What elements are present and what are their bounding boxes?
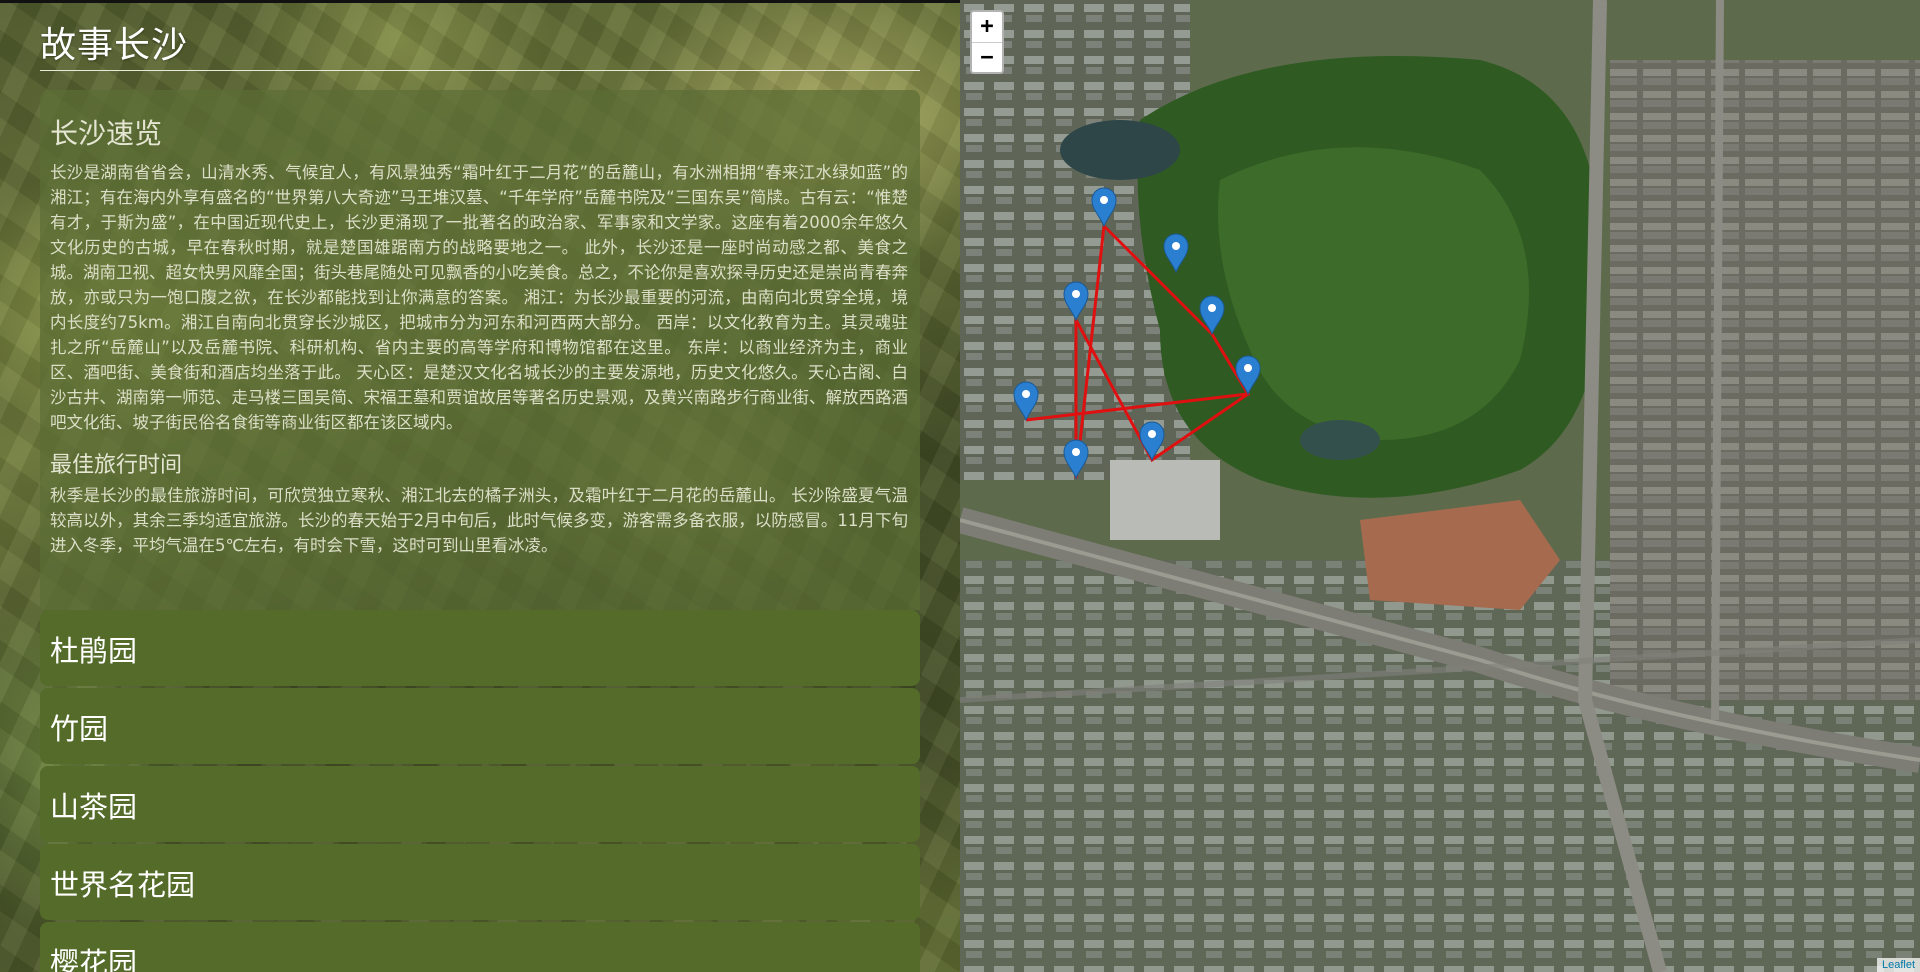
map-marker-icon[interactable]: [1063, 439, 1089, 480]
garden-item-camellia[interactable]: 山茶园: [40, 766, 920, 842]
map-marker-icon[interactable]: [1163, 233, 1189, 274]
map-marker-icon[interactable]: [1199, 295, 1225, 336]
garden-item-cherry-blossom[interactable]: 樱花园: [40, 922, 920, 972]
zoom-control: + −: [970, 10, 1004, 74]
best-time-heading: 最佳旅行时间: [50, 453, 183, 478]
top-border: [0, 0, 960, 3]
zoom-out-button[interactable]: −: [972, 42, 1002, 72]
best-time-text: 秋季是长沙的最佳旅游时间，可欣赏独立寒秋、湘江北去的橘子洲头，及霜叶红于二月花的…: [50, 486, 908, 555]
title-divider: [40, 70, 920, 71]
zoom-in-button[interactable]: +: [972, 12, 1002, 42]
map-marker-icon[interactable]: [1013, 381, 1039, 422]
garden-item-azalea[interactable]: 杜鹃园: [40, 610, 920, 686]
map-view[interactable]: + − Leaflet: [960, 0, 1920, 972]
overview-card: 长沙速览 长沙是湖南省省会，山清水秀、气候宜人，有风景独秀“霜叶红于二月花”的岳…: [40, 90, 920, 610]
garden-item-bamboo[interactable]: 竹园: [40, 688, 920, 764]
map-marker-icon[interactable]: [1091, 187, 1117, 228]
route-overlay: [1013, 187, 1261, 480]
map-marker-icon[interactable]: [1063, 281, 1089, 322]
map-attribution-link[interactable]: Leaflet: [1876, 958, 1920, 972]
garden-list: 杜鹃园 竹园 山茶园 世界名花园 樱花园: [40, 610, 920, 972]
story-panel: 故事长沙 长沙速览 长沙是湖南省省会，山清水秀、气候宜人，有风景独秀“霜叶红于二…: [0, 0, 960, 972]
garden-item-world-flowers[interactable]: 世界名花园: [40, 844, 920, 920]
page-title: 故事长沙: [40, 25, 189, 66]
route-line: [1025, 224, 1251, 479]
map-marker-icon[interactable]: [1235, 355, 1261, 396]
overview-text: 长沙是湖南省省会，山清水秀、气候宜人，有风景独秀“霜叶红于二月花”的岳麓山，有水…: [50, 163, 908, 432]
overview-heading: 长沙速览: [50, 117, 163, 150]
